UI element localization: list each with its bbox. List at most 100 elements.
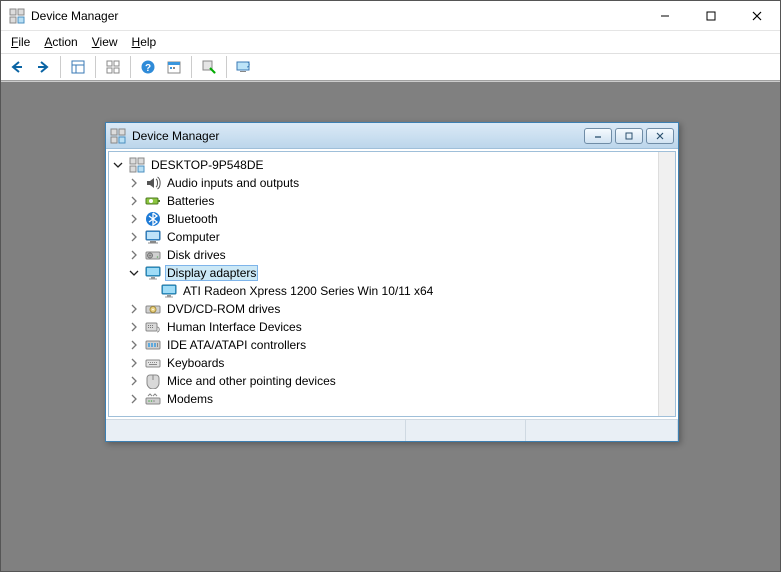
tree-node-label: Computer [165,230,222,244]
tree-node-label: Batteries [165,194,216,208]
tree-category-node[interactable]: Modems [109,390,658,408]
chevron-right-icon[interactable] [127,338,141,352]
app-icon [9,8,25,24]
menu-file[interactable]: File [5,33,36,51]
tree-category-node[interactable]: Audio inputs and outputs [109,174,658,192]
tree-node-label: ATI Radeon Xpress 1200 Series Win 10/11 … [181,284,435,298]
chevron-right-icon[interactable] [127,230,141,244]
close-button[interactable] [734,1,780,31]
toolbar-properties-button[interactable] [101,55,125,79]
disk-icon [145,247,161,263]
toolbar-back-button[interactable] [5,55,29,79]
detail-pane-icon [70,59,86,75]
child-body: DESKTOP-9P548DE Audio inputs and outputs B… [108,151,676,417]
tree-category-node[interactable]: Batteries [109,192,658,210]
status-pane [106,420,406,441]
device-tree[interactable]: DESKTOP-9P548DE Audio inputs and outputs B… [109,152,658,416]
chevron-right-icon[interactable] [127,302,141,316]
chevron-right-icon[interactable] [127,356,141,370]
chevron-down-icon[interactable] [127,266,141,280]
child-maximize-button[interactable] [615,128,643,144]
menu-action[interactable]: Action [38,33,83,51]
toolbar-help-button[interactable] [136,55,160,79]
toolbar-scan-hardware-button[interactable] [197,55,221,79]
tree-device-node[interactable]: ATI Radeon Xpress 1200 Series Win 10/11 … [109,282,658,300]
titlebar: Device Manager [1,1,780,31]
chevron-right-icon[interactable] [127,194,141,208]
chevron-right-icon[interactable] [127,320,141,334]
ide-icon [145,337,161,353]
bluetooth-icon [145,211,161,227]
tree-node-label: Mice and other pointing devices [165,374,338,388]
menu-view[interactable]: View [86,33,124,51]
child-titlebar[interactable]: Device Manager [106,123,678,149]
toolbar-separator [95,56,96,78]
arrow-left-icon [9,59,25,75]
tree-node-label: Modems [165,392,215,406]
tree-category-node[interactable]: Human Interface Devices [109,318,658,336]
maximize-button[interactable] [688,1,734,31]
hid-icon [145,319,161,335]
tree-node-label: Bluetooth [165,212,220,226]
device-manager-child-window: Device Manager DESKTOP-9P548DE Audio inpu… [105,122,679,442]
child-close-button[interactable] [646,128,674,144]
chevron-right-icon[interactable] [127,176,141,190]
child-caption-buttons [584,128,674,144]
toolbar-update-driver-button[interactable] [162,55,186,79]
child-minimize-button[interactable] [584,128,612,144]
modem-icon [145,391,161,407]
menu-help[interactable]: Help [126,33,163,51]
tree-category-node[interactable]: Display adapters [109,264,658,282]
toolbar [1,53,780,81]
minimize-button[interactable] [642,1,688,31]
tree-category-node[interactable]: Computer [109,228,658,246]
toolbar-remote-computer-button[interactable] [232,55,256,79]
help-icon [140,59,156,75]
tree-category-node[interactable]: DVD/CD-ROM drives [109,300,658,318]
tree-node-label: Display adapters [165,265,258,281]
mdi-client-area: Device Manager DESKTOP-9P548DE Audio inpu… [1,81,780,571]
tree-node-label: DESKTOP-9P548DE [149,158,266,172]
display-icon [145,265,161,281]
toolbar-separator [191,56,192,78]
audio-icon [145,175,161,191]
chevron-right-icon[interactable] [127,374,141,388]
vertical-scrollbar[interactable] [658,152,675,416]
window-title: Device Manager [31,9,642,23]
device-manager-icon [110,128,126,144]
status-pane [406,420,526,441]
remote-computer-icon [236,59,252,75]
status-pane [526,420,678,441]
menubar: File Action View Help [1,31,780,53]
mouse-icon [145,373,161,389]
computer-icon [145,229,161,245]
toolbar-forward-button[interactable] [31,55,55,79]
tree-node-label: Audio inputs and outputs [165,176,301,190]
tree-category-node[interactable]: Disk drives [109,246,658,264]
tree-category-node[interactable]: Keyboards [109,354,658,372]
child-statusbar [106,419,678,441]
grid-icon [105,59,121,75]
tree-node-label: Disk drives [165,248,228,262]
chevron-right-icon[interactable] [127,392,141,406]
tree-node-label: Keyboards [165,356,226,370]
tree-category-node[interactable]: IDE ATA/ATAPI controllers [109,336,658,354]
dvd-icon [145,301,161,317]
battery-icon [145,193,161,209]
chevron-down-icon[interactable] [111,158,125,172]
toolbar-separator [226,56,227,78]
tree-root-node[interactable]: DESKTOP-9P548DE [109,156,658,174]
chevron-right-icon[interactable] [127,212,141,226]
tree-category-node[interactable]: Bluetooth [109,210,658,228]
toolbar-separator [60,56,61,78]
toolbar-show-hide-tree-button[interactable] [66,55,90,79]
tree-category-node[interactable]: Mice and other pointing devices [109,372,658,390]
arrow-right-icon [35,59,51,75]
caption-buttons [642,1,780,30]
chevron-right-icon[interactable] [127,248,141,262]
tree-node-label: Human Interface Devices [165,320,304,334]
keyboard-icon [145,355,161,371]
tree-node-label: DVD/CD-ROM drives [165,302,282,316]
calendar-icon [166,59,182,75]
child-window-title: Device Manager [132,129,584,143]
